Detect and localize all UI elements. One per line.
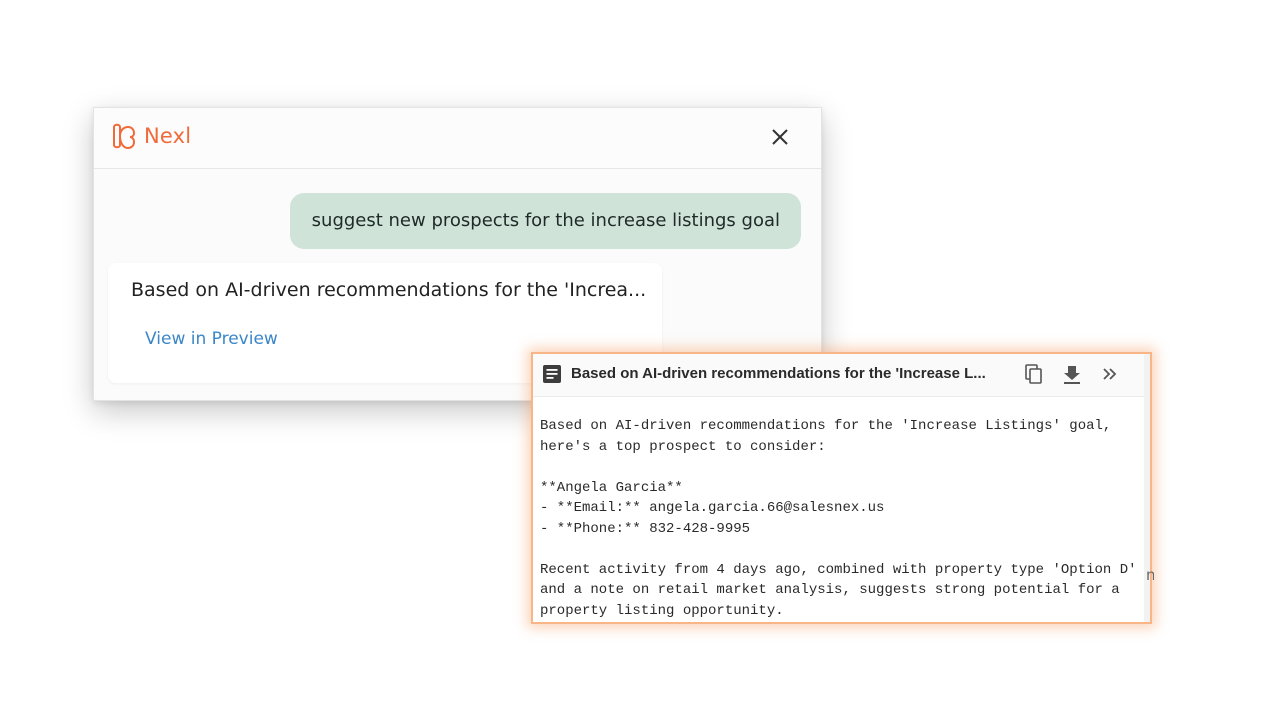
download-icon[interactable] — [1061, 363, 1083, 385]
preview-line — [540, 539, 1137, 560]
view-in-preview-link[interactable]: View in Preview — [145, 329, 278, 349]
copy-icon[interactable] — [1023, 363, 1045, 385]
preview-line: and a note on retail market analysis, su… — [540, 582, 1120, 598]
preview-header: Based on AI-driven recommendations for t… — [533, 354, 1150, 397]
preview-line: - **Phone:** 832-428-9995 — [540, 520, 751, 537]
assistant-message-text: Based on AI-driven recommendations for t… — [131, 279, 647, 301]
nexl-logo-icon — [113, 123, 136, 150]
preview-line: here's a top prospect to consider: — [540, 438, 826, 455]
background-edge-text: na — [1146, 566, 1154, 584]
chat-header: Nexl — [94, 108, 821, 169]
preview-panel: Based on AI-driven recommendations for t… — [531, 352, 1152, 624]
brand-name: Nexl — [144, 124, 192, 148]
preview-line: - **Email:** angela.garcia.66@salesnex.u… — [540, 500, 885, 516]
preview-title: Based on AI-driven recommendations for t… — [571, 365, 986, 382]
user-message-bubble: suggest new prospects for the increase l… — [289, 193, 801, 249]
document-icon — [543, 365, 561, 383]
preview-content: Based on AI-driven recommendations for t… — [540, 416, 1137, 621]
brand: Nexl — [110, 122, 191, 150]
preview-line — [540, 457, 1137, 478]
close-icon[interactable] — [767, 124, 793, 150]
preview-line: Based on AI-driven recommendations for t… — [540, 418, 1112, 434]
preview-line: Recent activity from 4 days ago, combine… — [540, 561, 1137, 578]
preview-line: property listing opportunity. — [540, 602, 784, 619]
expand-icon[interactable] — [1099, 363, 1121, 385]
preview-line: **Angela Garcia** — [540, 479, 683, 496]
